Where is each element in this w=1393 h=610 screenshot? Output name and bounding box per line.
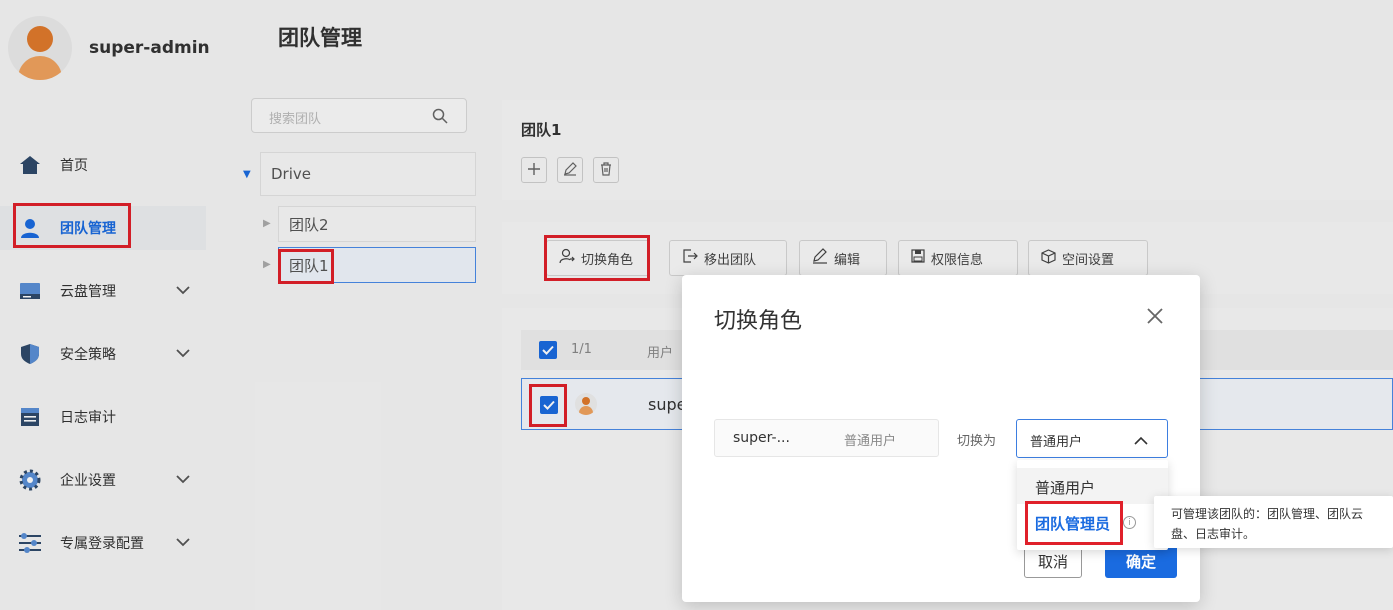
tooltip: 可管理该团队的：团队管理、团队云盘、日志审计。 [1154, 496, 1393, 548]
user-info-box: super-... 普通用户 [714, 419, 939, 457]
role-dropdown: 普通用户 团队管理员 i [1017, 460, 1168, 550]
option-normal-user[interactable]: 普通用户 [1017, 468, 1168, 504]
chevron-up-icon [1133, 432, 1149, 451]
current-role: 普通用户 [844, 434, 897, 449]
role-select[interactable]: 普通用户 [1016, 419, 1168, 458]
role-select-value: 普通用户 [1030, 435, 1083, 450]
option-label: 普通用户 [1035, 479, 1096, 497]
option-team-admin[interactable]: 团队管理员 [1035, 513, 1110, 534]
info-icon[interactable]: i [1123, 516, 1136, 529]
user-name: super-... [733, 430, 790, 446]
close-icon[interactable] [1144, 305, 1166, 327]
dialog-title: 切换角色 [714, 309, 803, 334]
switch-role-dialog: 切换角色 super-... 普通用户 切换为 普通用户 取消 确定 [682, 275, 1200, 602]
switch-to-label: 切换为 [957, 434, 997, 449]
